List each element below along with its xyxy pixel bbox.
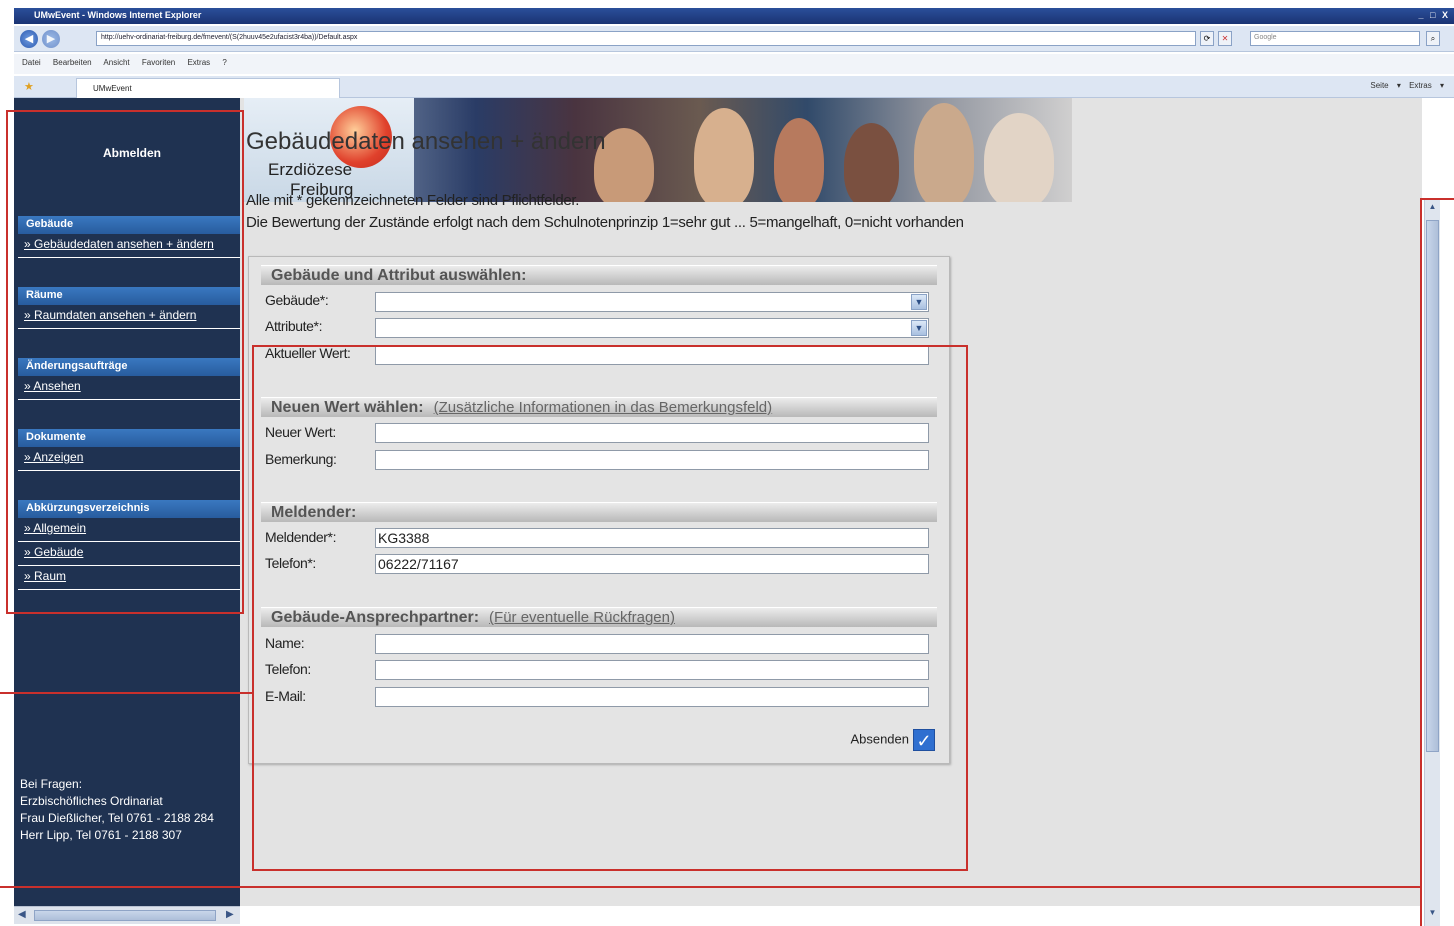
intro-text: Alle mit * gekennzeichneten Felder sind …: [246, 190, 964, 234]
forward-icon[interactable]: ▶: [42, 30, 60, 48]
refresh-icon[interactable]: ⟳: [1200, 31, 1214, 46]
command-bar[interactable]: Seite ▾ Extras ▾: [1370, 81, 1444, 90]
menu-item[interactable]: Favoriten: [142, 58, 175, 67]
intro-line-required: Alle mit * gekennzeichneten Felder sind …: [246, 192, 580, 209]
scroll-left-icon[interactable]: ◀: [18, 909, 26, 920]
search-icon[interactable]: ⌕: [1426, 31, 1440, 46]
section-header-select: Gebäude und Attribut auswählen:: [261, 265, 937, 285]
contact-line: Frau Dießlicher, Tel 0761 - 2188 284: [20, 811, 214, 825]
favorites-star-icon[interactable]: ★: [24, 80, 34, 93]
scroll-right-icon[interactable]: ▶: [226, 909, 234, 920]
attribute-select[interactable]: ▼: [375, 318, 929, 338]
menu-bar: Datei Bearbeiten Ansicht Favoriten Extra…: [14, 54, 1454, 74]
intro-line-rating: Die Bewertung der Zustände erfolgt nach …: [246, 214, 964, 231]
annotation-box-scrollbar: [1420, 198, 1454, 926]
chevron-down-icon[interactable]: ▼: [911, 294, 927, 310]
banner-photo-person: [694, 108, 754, 202]
main-heading-area: Gebäudedaten ansehen + ändern: [246, 128, 606, 156]
contact-info: Bei Fragen: Erzbischöfliches Ordinariat …: [20, 776, 214, 844]
tab-umwevent[interactable]: UMwEvent: [76, 78, 340, 98]
menu-item[interactable]: Datei: [22, 58, 41, 67]
window-title: UMwEvent - Windows Internet Explorer: [34, 10, 202, 20]
back-icon[interactable]: ◀: [20, 30, 38, 48]
stop-icon[interactable]: ✕: [1218, 31, 1232, 46]
search-input[interactable]: Google: [1250, 31, 1420, 46]
address-input[interactable]: http://uehv-ordinariat-freiburg.de/fmeve…: [96, 31, 1196, 46]
annotation-box-form: [252, 345, 968, 871]
contact-line: Erzbischöfliches Ordinariat: [20, 794, 163, 808]
menu-item[interactable]: Bearbeiten: [53, 58, 92, 67]
tab-bar: ★ UMwEvent Seite ▾ Extras ▾: [14, 76, 1454, 98]
banner-photo-person: [914, 103, 974, 202]
gebaeude-select[interactable]: ▼: [375, 292, 929, 312]
annotation-box-sidebar: [6, 110, 244, 614]
logo-text-line1: Erzdiözese: [268, 160, 353, 179]
section-title: Gebäude und Attribut auswählen:: [271, 267, 527, 284]
gebaeude-label: Gebäude*:: [265, 292, 329, 308]
page-title: Gebäudedaten ansehen + ändern: [246, 128, 606, 155]
menu-item[interactable]: Extras: [187, 58, 210, 67]
contact-line: Bei Fragen:: [20, 777, 83, 791]
address-bar-row: ◀ ▶ http://uehv-ordinariat-freiburg.de/f…: [14, 26, 1454, 52]
menu-item[interactable]: ?: [222, 58, 226, 67]
annotation-line: [0, 886, 1420, 888]
banner-photo-person: [984, 113, 1054, 202]
horizontal-scrollbar[interactable]: ◀ ▶: [14, 906, 240, 924]
scroll-thumb[interactable]: [34, 910, 216, 921]
menu-item[interactable]: Ansicht: [103, 58, 129, 67]
browser-title-bar: UMwEvent - Windows Internet Explorer _ □…: [14, 8, 1454, 24]
attribute-label: Attribute*:: [265, 318, 323, 334]
annotation-line: [0, 692, 252, 694]
contact-line: Herr Lipp, Tel 0761 - 2188 307: [20, 828, 182, 842]
window-controls[interactable]: _ □ X: [1419, 10, 1450, 20]
chevron-down-icon[interactable]: ▼: [911, 320, 927, 336]
